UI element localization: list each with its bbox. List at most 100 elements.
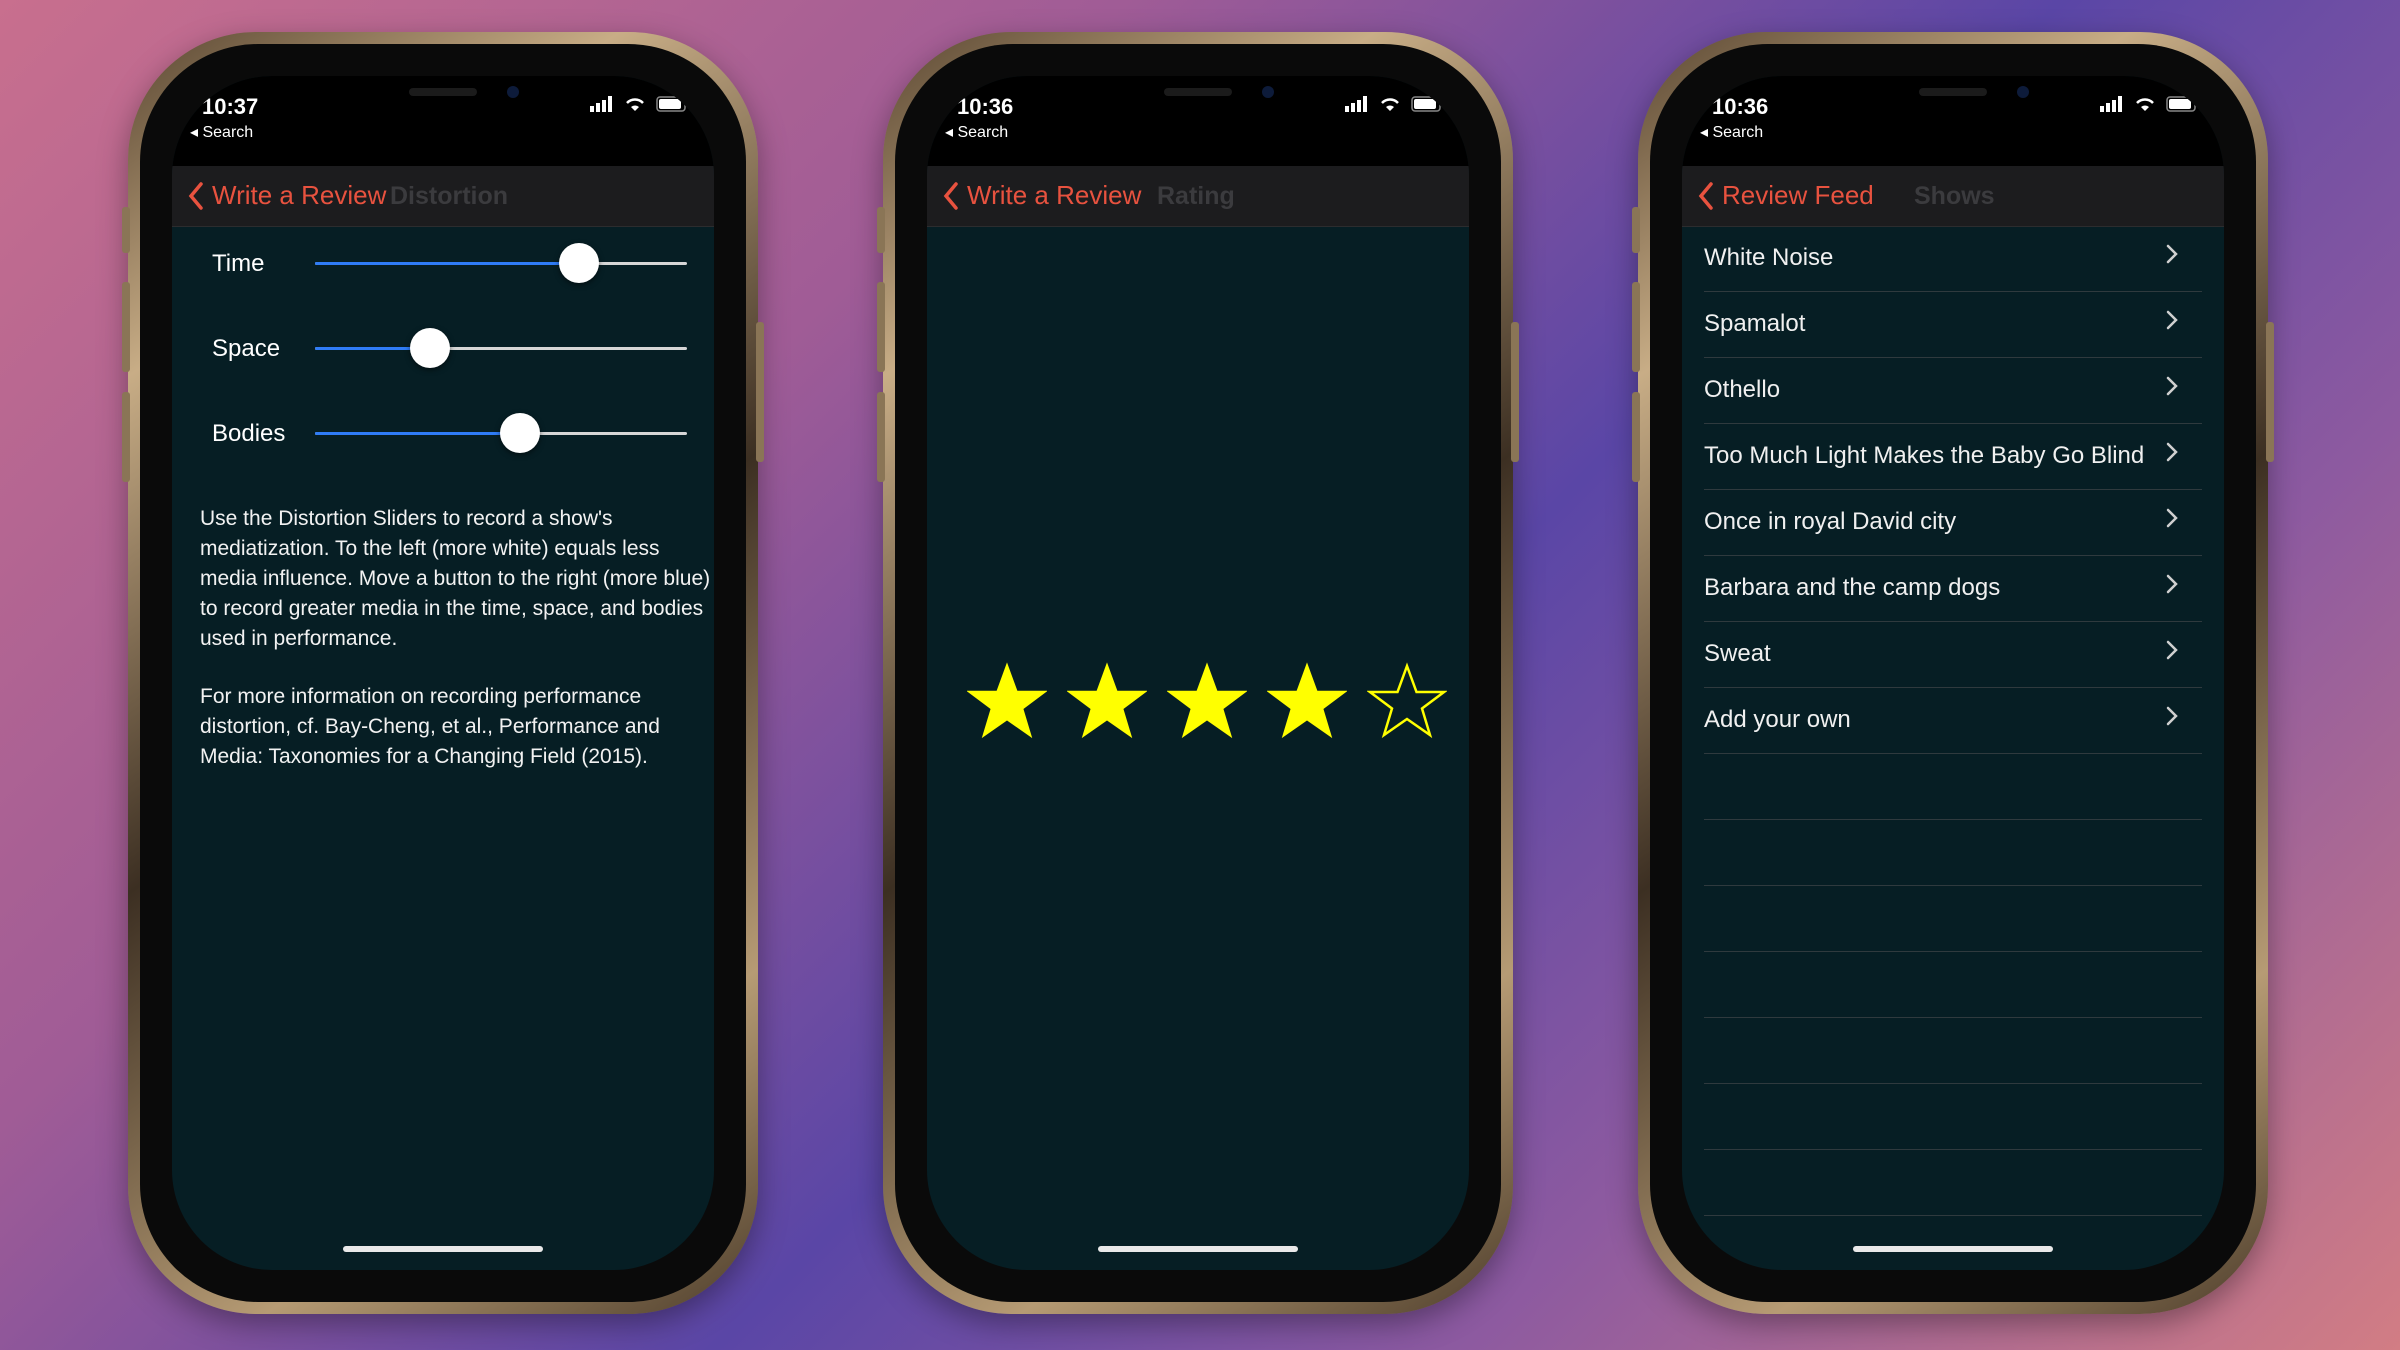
list-item[interactable]: Once in royal David city <box>1704 490 2202 556</box>
list-item-label: Othello <box>1704 376 1781 403</box>
back-button[interactable]: Review Feed <box>1698 180 1874 211</box>
list-item[interactable]: Sweat <box>1704 622 2202 688</box>
back-button-label: Write a Review <box>967 180 1142 210</box>
battery-icon <box>656 96 689 112</box>
empty-row <box>1704 1150 2202 1216</box>
page-title: Rating <box>1157 182 1235 210</box>
slider-bodies: Bodies <box>172 408 714 458</box>
list-item[interactable]: Add your own <box>1704 688 2202 754</box>
volume-down-button <box>1632 392 1640 482</box>
chevron-left-icon <box>1698 181 1713 210</box>
home-indicator <box>1098 1246 1298 1252</box>
list-item-label: Once in royal David city <box>1704 508 1957 535</box>
star-filled-icon[interactable] <box>1267 662 1347 742</box>
slider-thumb[interactable] <box>499 413 540 453</box>
reference-text: For more information on recording perfor… <box>200 685 660 768</box>
navigation-bar: Review Feed Shows <box>1682 166 2224 227</box>
home-indicator <box>1853 1246 2053 1252</box>
screen: 10:37 ◂ Search Write a Review Distortion <box>172 76 714 1270</box>
volume-up-button <box>122 282 130 372</box>
side-button <box>1632 207 1640 253</box>
star-filled-icon[interactable] <box>1067 662 1147 742</box>
battery-icon <box>2166 96 2199 112</box>
navigation-bar: Write a Review Distortion <box>172 166 714 227</box>
back-button[interactable]: Write a Review <box>188 180 386 211</box>
notch <box>1045 76 1351 120</box>
status-icons <box>590 96 690 112</box>
wifi-icon <box>2136 98 2154 111</box>
list-item-label: Add your own <box>1704 706 1851 733</box>
volume-down-button <box>877 392 885 482</box>
chevron-right-icon <box>2166 706 2178 726</box>
phone-distortion: 10:37 ◂ Search Write a Review Distortion <box>122 32 764 1314</box>
screen: 10:36 ◂ Search Write a Review Rating <box>927 76 1469 1270</box>
back-to-search-link[interactable]: ◂ Search <box>190 122 253 142</box>
slider-track[interactable] <box>315 328 687 368</box>
list-item-label: White Noise <box>1704 244 1834 271</box>
list-item[interactable]: Othello <box>1704 358 2202 424</box>
wifi-icon <box>1381 98 1399 111</box>
star-rating[interactable] <box>967 662 1447 742</box>
volume-up-button <box>877 282 885 372</box>
back-button-label: Write a Review <box>212 180 387 210</box>
back-to-search-link[interactable]: ◂ Search <box>1700 122 1763 142</box>
chevron-right-icon <box>2166 640 2178 660</box>
speaker <box>409 88 477 96</box>
slider-track[interactable] <box>315 243 687 283</box>
chevron-right-icon <box>2166 244 2178 264</box>
chevron-left-icon <box>188 181 203 210</box>
battery-icon <box>1411 96 1444 112</box>
chevron-left-icon <box>943 181 958 210</box>
empty-row <box>1704 1216 2202 1270</box>
status-time: 10:37 <box>202 94 259 119</box>
instructions-text: Use the Distortion Sliders to record a s… <box>200 507 711 650</box>
list-item-label: Barbara and the camp dogs <box>1704 574 2001 601</box>
slider-track[interactable] <box>315 413 687 453</box>
volume-down-button <box>122 392 130 482</box>
screen: 10:36 ◂ Search Review Feed Shows White N… <box>1682 76 2224 1270</box>
list-item-label: Too Much Light Makes the Baby Go Blind <box>1704 442 2145 469</box>
slider-thumb[interactable] <box>410 328 451 368</box>
back-to-search-link[interactable]: ◂ Search <box>945 122 1008 142</box>
slider-time: Time <box>172 238 714 288</box>
chevron-right-icon <box>2166 508 2178 528</box>
side-button <box>122 207 130 253</box>
slider-label: Space <box>212 335 281 362</box>
slider-fill <box>315 432 520 435</box>
list-item-label: Sweat <box>1704 640 1771 667</box>
slider-space: Space <box>172 323 714 373</box>
empty-row <box>1704 820 2202 886</box>
star-filled-icon[interactable] <box>1167 662 1247 742</box>
front-camera <box>507 86 519 98</box>
home-indicator <box>343 1246 543 1252</box>
shows-list: White Noise Spamalot Othello Too Much Light… <box>1704 226 2202 1270</box>
slider-label: Bodies <box>212 420 286 447</box>
chevron-right-icon <box>2166 574 2178 594</box>
list-item[interactable]: Spamalot <box>1704 292 2202 358</box>
empty-row <box>1704 754 2202 820</box>
chevron-right-icon <box>2166 310 2178 330</box>
speaker <box>1164 88 1232 96</box>
empty-row <box>1704 886 2202 952</box>
status-icons <box>1345 96 1445 112</box>
wifi-icon <box>626 98 644 111</box>
bezel: 10:36 ◂ Search Review Feed Shows White N… <box>1650 44 2256 1302</box>
empty-row <box>1704 1018 2202 1084</box>
empty-row <box>1704 952 2202 1018</box>
star-filled-icon[interactable] <box>967 662 1047 742</box>
front-camera <box>2017 86 2029 98</box>
page-title: Shows <box>1914 182 1995 210</box>
page-title: Distortion <box>390 182 509 210</box>
bezel: 10:36 ◂ Search Write a Review Rating <box>895 44 1501 1302</box>
bezel: 10:37 ◂ Search Write a Review Distortion <box>140 44 746 1302</box>
list-item[interactable]: White Noise <box>1704 226 2202 292</box>
list-item[interactable]: Too Much Light Makes the Baby Go Blind <box>1704 424 2202 490</box>
back-button[interactable]: Write a Review <box>943 180 1141 211</box>
power-button <box>1511 322 1519 462</box>
list-item-label: Spamalot <box>1704 310 1806 337</box>
slider-thumb[interactable] <box>559 243 600 283</box>
list-item[interactable]: Barbara and the camp dogs <box>1704 556 2202 622</box>
star-empty-icon[interactable] <box>1367 662 1447 742</box>
phone-shows: 10:36 ◂ Search Review Feed Shows White N… <box>1632 32 2274 1314</box>
speaker <box>1919 88 1987 96</box>
